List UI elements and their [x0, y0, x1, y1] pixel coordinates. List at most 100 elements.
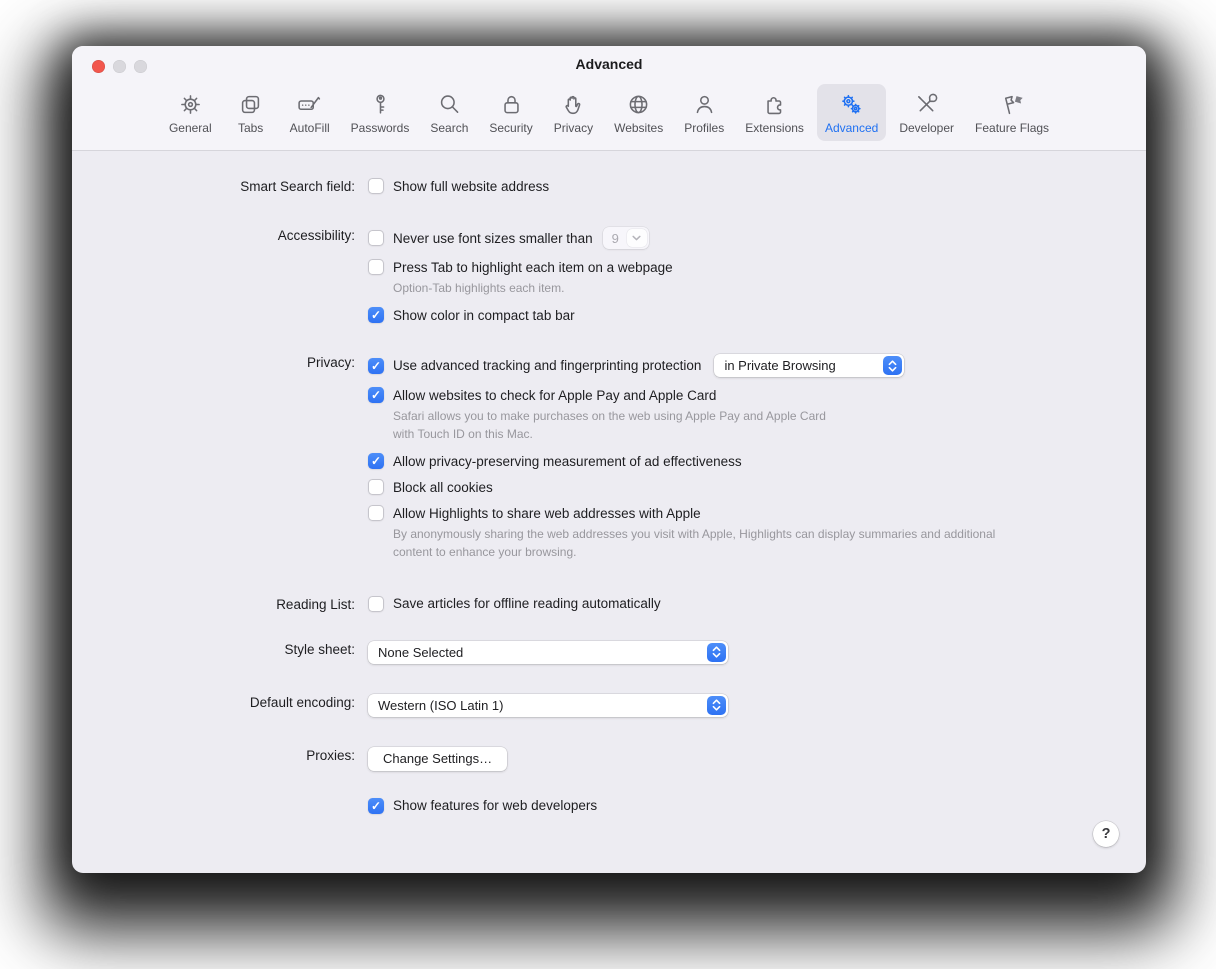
row-label-smart-search: Smart Search field: — [240, 179, 355, 194]
tab-developer[interactable]: Developer — [891, 84, 962, 141]
tab-label: Search — [430, 121, 469, 135]
checkbox-label: Never use font sizes smaller than — [393, 230, 593, 246]
tab-label: Profiles — [684, 121, 725, 135]
font-size-value: 9 — [611, 230, 619, 246]
checkbox-row-apple-pay: Allow websites to check for Apple Pay an… — [368, 387, 1146, 443]
tab-autofill[interactable]: AutoFill — [282, 84, 338, 141]
tab-extensions[interactable]: Extensions — [737, 84, 812, 141]
row-label-privacy: Privacy: — [306, 355, 355, 371]
checkbox-label: Allow Highlights to share web addresses … — [393, 505, 701, 521]
tab-label: Websites — [614, 121, 664, 135]
row-label-default-encoding: Default encoding: — [249, 694, 355, 710]
popup-value: in Private Browsing — [724, 358, 836, 374]
tools-icon — [918, 93, 938, 112]
row-style-sheet: Style sheet: None Selected — [72, 640, 1146, 664]
checkbox-row-ad-measurement-click[interactable]: Allow privacy-preserving measurement of … — [368, 453, 1146, 470]
puzzle-icon — [767, 97, 782, 115]
popup-value: Western (ISO Latin 1) — [378, 697, 504, 713]
chevron-down-icon[interactable] — [626, 229, 647, 247]
row-default-encoding: Default encoding: Western (ISO Latin 1) — [72, 693, 1146, 717]
search-icon — [440, 95, 459, 113]
tab-label: General — [168, 121, 212, 135]
help-button[interactable]: ? — [1093, 821, 1119, 847]
checkbox-highlights[interactable] — [368, 505, 384, 522]
settings-toolbar: General Tabs AutoFill Passwords Search S… — [72, 82, 1146, 141]
tab-tabs[interactable]: Tabs — [225, 84, 277, 141]
checkbox-label: Block all cookies — [393, 479, 493, 495]
checkbox-row-compact-tab-color-click[interactable]: Show color in compact tab bar — [368, 307, 1146, 324]
checkbox-row-block-cookies-click[interactable]: Block all cookies — [368, 479, 1146, 496]
autofill-icon — [298, 96, 321, 111]
checkbox-row-show-full-address[interactable]: Show full website address — [368, 178, 1146, 194]
font-size-dropdown[interactable]: 9 — [602, 227, 649, 249]
checkbox-row-min-font-size: Never use font sizes smaller than 9 — [368, 227, 1146, 249]
checkbox-ad-measurement[interactable] — [368, 453, 384, 470]
checkbox-row-apple-pay-click[interactable]: Allow websites to check for Apple Pay an… — [368, 387, 1146, 404]
window-title: Advanced — [575, 56, 643, 72]
checkbox-press-tab[interactable] — [368, 259, 384, 275]
checkbox-row-block-cookies: Block all cookies — [368, 479, 1146, 496]
checkbox-row-offline-reading[interactable]: Save articles for offline reading automa… — [368, 595, 1146, 612]
checkbox-row-min-font-size-click[interactable]: Never use font sizes smaller than — [368, 230, 593, 246]
row-label-style-sheet: Style sheet: — [284, 641, 355, 657]
caption-highlights: By anonymously sharing the web addresses… — [393, 527, 996, 559]
tab-label: Extensions — [745, 121, 804, 135]
tab-general[interactable]: General — [161, 84, 220, 141]
row-web-developer: Show features for web developers — [72, 797, 1146, 814]
tab-label: Feature Flags — [975, 121, 1050, 135]
checkbox-offline-reading[interactable] — [368, 595, 384, 612]
flags-icon — [1004, 95, 1023, 115]
gears-icon — [842, 94, 861, 114]
checkbox-web-developer[interactable] — [368, 797, 384, 814]
default-encoding-popup[interactable]: Western (ISO Latin 1) — [368, 693, 728, 717]
person-icon — [696, 95, 713, 114]
checkbox-label: Show features for web developers — [393, 798, 598, 814]
checkbox-tracking-protection[interactable] — [368, 357, 384, 374]
tab-feature-flags[interactable]: Feature Flags — [967, 84, 1057, 141]
tab-websites[interactable]: Websites — [606, 84, 671, 141]
lock-icon — [503, 95, 519, 114]
row-accessibility: Accessibility: Never use font sizes smal… — [72, 227, 1146, 324]
tab-profiles[interactable]: Profiles — [676, 84, 732, 141]
checkbox-row-press-tab: Press Tab to highlight each item on a we… — [368, 259, 1146, 297]
gear-icon — [180, 95, 200, 114]
tab-label: Developer — [899, 121, 955, 135]
tab-advanced[interactable]: Advanced — [816, 84, 887, 141]
checkbox-row-compact-tab-color: Show color in compact tab bar — [368, 307, 1146, 324]
checkbox-row-tracking-protection: Use advanced tracking and fingerprinting… — [368, 354, 1146, 378]
checkbox-min-font-size[interactable] — [368, 230, 384, 246]
tab-passwords[interactable]: Passwords — [343, 84, 418, 141]
checkbox-label: Press Tab to highlight each item on a we… — [393, 259, 673, 275]
change-settings-button[interactable]: Change Settings… — [368, 746, 508, 771]
checkbox-label: Allow websites to check for Apple Pay an… — [393, 387, 717, 403]
row-privacy: Privacy: Use advanced tracking and finge… — [72, 354, 1146, 563]
checkbox-apple-pay[interactable] — [368, 387, 384, 404]
tracking-protection-popup[interactable]: in Private Browsing — [714, 354, 905, 378]
checkbox-label: Allow privacy-preserving measurement of … — [393, 453, 742, 469]
checkbox-row-highlights-click[interactable]: Allow Highlights to share web addresses … — [368, 505, 1146, 522]
caption-apple-pay: Safari allows you to make purchases on t… — [393, 409, 826, 441]
tab-label: AutoFill — [289, 121, 330, 135]
tab-privacy[interactable]: Privacy — [546, 84, 601, 141]
checkbox-compact-tab-color[interactable] — [368, 307, 384, 324]
checkbox-block-cookies[interactable] — [368, 479, 384, 496]
titlebar[interactable]: Advanced — [72, 46, 1146, 82]
checkbox-row-tracking-protection-click[interactable]: Use advanced tracking and fingerprinting… — [368, 357, 701, 374]
style-sheet-popup[interactable]: None Selected — [368, 640, 728, 664]
checkbox-row-web-developer[interactable]: Show features for web developers — [368, 797, 1146, 814]
row-smart-search: Smart Search field: Show full website ad… — [72, 178, 1146, 194]
checkbox-show-full-address[interactable] — [368, 178, 384, 194]
hand-icon — [565, 95, 581, 115]
tab-security[interactable]: Security — [481, 84, 540, 141]
checkbox-row-ad-measurement: Allow privacy-preserving measurement of … — [368, 453, 1146, 470]
globe-icon — [629, 95, 648, 114]
chevron-up-down-icon — [707, 695, 726, 715]
checkbox-row-highlights: Allow Highlights to share web addresses … — [368, 505, 1146, 561]
key-icon — [375, 94, 385, 114]
tab-label: Privacy — [553, 121, 594, 135]
tab-label: Tabs — [237, 121, 264, 135]
caption-option-tab: Option-Tab highlights each item. — [393, 281, 565, 295]
row-reading-list: Reading List: Save articles for offline … — [72, 595, 1146, 612]
checkbox-row-press-tab-click[interactable]: Press Tab to highlight each item on a we… — [368, 259, 1146, 275]
tab-search[interactable]: Search — [422, 84, 476, 141]
